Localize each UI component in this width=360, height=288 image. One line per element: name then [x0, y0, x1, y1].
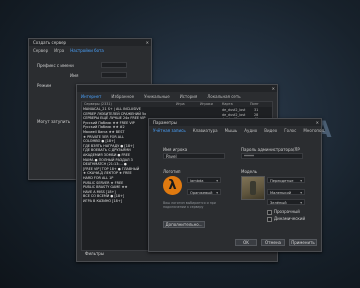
name-label: Имя [70, 73, 79, 78]
map-cell: de_dust2_lost [222, 108, 246, 112]
prefix-field[interactable] [101, 62, 127, 68]
tab-server[interactable]: Сервер [33, 48, 48, 54]
model-color2-select[interactable]: Зелёный [267, 199, 305, 206]
password-field[interactable]: ***** [241, 153, 303, 159]
header-ping[interactable]: Пинг [250, 102, 266, 107]
lambda-logo-icon: λ [163, 176, 182, 195]
tab-audio[interactable]: Аудио [244, 128, 257, 134]
player-name-field[interactable]: Pavel [163, 153, 225, 159]
tab-unique[interactable]: Уникальные [144, 94, 170, 100]
create-server-titlebar[interactable]: Создать сервер ✕ [29, 39, 151, 46]
header-players[interactable]: Игроки [200, 102, 222, 107]
parameters-titlebar[interactable]: Параметры ✕ [149, 119, 321, 126]
server-browser-titlebar[interactable]: ✕ [77, 85, 277, 92]
ammo-label: Могут затупить [37, 119, 71, 124]
dynamic-label: Динамический [274, 216, 306, 221]
parameters-tabs: Учётная запись Клавиатура Мышь Аудио Вид… [149, 126, 325, 136]
create-server-tabs: Сервер Игра Настройки бота [29, 46, 151, 56]
tab-history[interactable]: История [180, 94, 198, 100]
tab-internet[interactable]: Интернет [81, 94, 101, 100]
dynamic-checkbox[interactable]: Динамический [267, 216, 305, 222]
parameters-window: Параметры ✕ Учётная запись Клавиатура Мы… [148, 118, 325, 252]
logo-label: Логотип [163, 169, 181, 174]
tab-account[interactable]: Учётная запись [153, 128, 186, 134]
tab-multiplayer[interactable]: Многопол. [303, 128, 325, 134]
create-server-title: Создать сервер [33, 40, 67, 45]
model-label: Модель [241, 169, 258, 174]
close-icon[interactable]: ✕ [316, 119, 319, 126]
model-preview [241, 176, 265, 200]
ok-button[interactable]: OK [235, 239, 257, 246]
tab-bot-settings[interactable]: Настройки бота [70, 48, 104, 54]
tab-favorites[interactable]: Избранное [111, 94, 134, 100]
filters-label[interactable]: Фильтры [85, 251, 104, 256]
tab-keyboard[interactable]: Клавиатура [193, 128, 218, 134]
password-label: Пароль администратора/ЛР [241, 147, 300, 152]
close-icon[interactable]: ✕ [272, 85, 275, 92]
logo-color-select[interactable]: Оранжевый [187, 189, 221, 196]
logo-select[interactable]: lambda [187, 177, 221, 184]
checkbox-icon [267, 209, 272, 215]
parameters-title: Параметры [153, 120, 177, 125]
difficulty-label: Режим [37, 83, 52, 88]
header-map[interactable]: Карта [222, 102, 250, 107]
apply-button[interactable]: Применить [289, 239, 317, 246]
cancel-button[interactable]: Отмена [261, 239, 285, 246]
tab-video[interactable]: Видео [264, 128, 277, 134]
prefix-label: Префикс с имени [37, 63, 74, 68]
high-model-label: Прозрачный [274, 209, 300, 214]
ping-cell: 28 [254, 112, 259, 117]
map-cell: de_dust2_lost [222, 112, 246, 117]
player-model-icon [250, 181, 256, 195]
close-icon[interactable]: ✕ [146, 39, 149, 46]
tab-lan[interactable]: Локальная сеть [207, 94, 240, 100]
header-game[interactable]: Игра [176, 102, 200, 107]
tab-voice[interactable]: Голос [284, 128, 296, 134]
model-color-select[interactable]: Маленький [267, 189, 305, 196]
advanced-button[interactable]: Дополнительно... [163, 221, 205, 228]
logo-hint: Ваш логотип выбирается и при подключении… [163, 201, 216, 209]
player-name-label: Имя игрока [163, 147, 188, 152]
checkbox-icon [267, 216, 272, 222]
name-field[interactable] [101, 72, 127, 78]
model-select[interactable]: Переодетые [267, 177, 305, 184]
high-model-checkbox[interactable]: Прозрачный [267, 209, 300, 215]
ping-cell: 31 [254, 108, 259, 112]
tab-mouse[interactable]: Мышь [225, 128, 238, 134]
tab-game[interactable]: Игра [54, 48, 64, 54]
